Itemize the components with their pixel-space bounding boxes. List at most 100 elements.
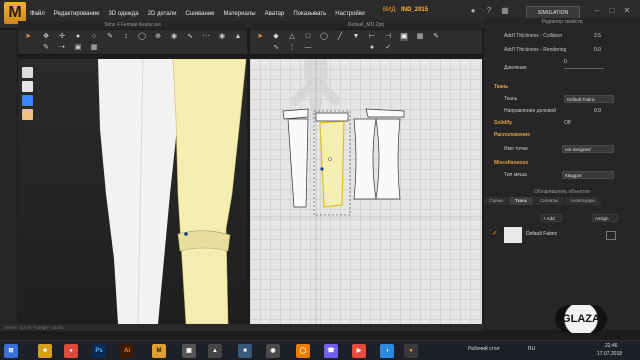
line-tool-icon[interactable]: ➝ [58,44,66,52]
view2d-viewport[interactable] [250,59,482,324]
menu-edit[interactable]: Редактирование [54,11,100,17]
tab-scene[interactable]: Сцена [484,197,508,205]
desktop-label[interactable]: Рабочий стол [468,346,499,352]
fabric-item-label[interactable]: Default Fabric [526,231,557,237]
pattern-piece-3[interactable] [353,118,377,200]
menu-3d-garment[interactable]: 3D одежда [108,11,138,17]
photoshop-icon[interactable]: Ps [92,344,106,358]
pattern-piece-selected[interactable] [319,120,345,208]
section-misc[interactable]: Miscellaneous [484,157,640,169]
segment-sewing-icon[interactable]: ⊢ [368,33,376,41]
menu-avatar[interactable]: Аватар [265,11,285,17]
waistband-2[interactable] [315,112,349,122]
menu-sewing[interactable]: Сшивание [186,11,215,17]
avatar-tool-icon[interactable]: ◉ [218,33,226,41]
illustrator-icon[interactable]: Ai [120,344,134,358]
fold-tool-icon[interactable]: ✢ [58,33,66,41]
ruler-tool-icon[interactable]: ↕ [122,33,130,41]
chrome-icon[interactable]: ● [64,344,78,358]
graphic-icon[interactable]: ▦ [416,33,424,41]
app-icon-7[interactable]: ▲ [208,344,222,358]
fabric-options-icon[interactable] [606,231,616,240]
prop-value[interactable]: 2.5 [594,30,601,42]
start-button-icon[interactable]: ⊞ [4,344,18,358]
waistband-3[interactable] [365,108,405,118]
waistband-1[interactable] [282,108,309,120]
app-icon-14[interactable]: ● [404,344,418,358]
fabric-swatch[interactable] [504,227,522,243]
pin-2d-point[interactable] [320,167,324,171]
clock-date[interactable]: 17.07.2018 [597,351,622,357]
notch-icon[interactable]: ⋮ [288,44,296,52]
edit-point-icon[interactable]: ◆ [272,33,280,41]
circle-tool-icon[interactable]: ◯ [138,33,146,41]
pose-tool-icon[interactable]: ▲ [234,33,242,41]
pattern-piece-1[interactable] [287,118,309,208]
skin-display-icon[interactable] [22,109,33,120]
check-icon[interactable]: ✓ [492,230,500,238]
trace-icon[interactable]: ✎ [432,33,440,41]
viber-icon[interactable]: ☎ [324,344,338,358]
measure-tool-icon[interactable]: ✎ [106,33,114,41]
prop-value[interactable]: 0.0 [594,105,601,117]
section-fabric[interactable]: Ткань [484,81,640,93]
user-icon[interactable]: ● [468,6,478,16]
camera-view-icon[interactable] [22,67,33,78]
dart-icon[interactable]: ▼ [352,33,360,41]
maximize-icon[interactable]: □ [607,6,617,16]
add-fabric-button[interactable]: + Add [540,214,562,222]
polygon-icon[interactable]: △ [288,33,296,41]
move-tool-icon[interactable]: ✥ [42,33,50,41]
fabric-tool-icon[interactable]: ▣ [74,44,82,52]
grid-tool-icon[interactable]: ▦ [90,44,98,52]
brush-tool-icon[interactable]: ✎ [42,44,50,52]
transform-pattern-icon[interactable]: ➤ [256,33,264,41]
zipper-tool-icon[interactable]: ∿ [186,33,194,41]
menu-2d-pattern[interactable]: 2D детали [148,11,177,17]
tab-fabric[interactable]: Ткань [509,197,533,205]
select-tool-icon[interactable]: ➤ [24,33,32,41]
explorer-icon[interactable]: ■ [38,344,52,358]
app-icon-12[interactable]: ▶ [352,344,366,358]
check-sewing-icon[interactable]: ✓ [384,44,392,52]
button-tool-icon[interactable]: ◉ [170,33,178,41]
marvelous-icon[interactable]: M [152,344,166,358]
layout-icon[interactable]: ▦ [500,6,510,16]
clock-time[interactable]: 22:46 [605,343,618,349]
tack-tool-icon[interactable]: ○ [90,33,98,41]
pin-tool-icon[interactable]: ● [74,33,82,41]
curve-point-icon[interactable]: ∿ [272,44,280,52]
assign-fabric-button[interactable]: Assign [592,214,618,222]
section-arrangement[interactable]: Расположение [484,129,640,141]
menu-materials[interactable]: Материалы [223,11,255,17]
tab-signals[interactable]: Сигналы [534,197,564,205]
app-icon-8[interactable]: ■ [238,344,252,358]
pin-2d-icon[interactable]: ● [368,44,376,52]
garment-display-icon[interactable] [22,95,33,106]
baseline-icon[interactable]: ― [304,44,312,52]
close-icon[interactable]: ✕ [622,6,632,16]
minimize-icon[interactable]: – [592,6,602,16]
avatar-display-icon[interactable] [22,81,33,92]
menu-settings[interactable]: Настройки [335,11,364,17]
menu-display[interactable]: Показывать [293,11,326,17]
app-icon-9[interactable]: ◉ [266,344,280,358]
mesh-select[interactable]: Квадрат [562,171,614,179]
help-icon[interactable]: ? [484,6,494,16]
prop-value[interactable]: 0 [564,56,567,68]
app-icon-6[interactable]: ▣ [182,344,196,358]
texture-edit-icon[interactable]: ▣ [400,33,408,41]
solidify-toggle[interactable]: Off [564,117,571,129]
pressure-slider[interactable] [564,68,604,69]
tab-accessories[interactable]: Аксессуары [565,197,601,205]
ellipse-icon[interactable]: ◯ [320,33,328,41]
fabric-select[interactable]: Default Fabric [564,95,614,103]
view3d-viewport[interactable] [18,59,247,324]
app-icon-13[interactable]: ◑ [380,344,394,358]
menu-file[interactable]: Файл [30,11,45,17]
free-sewing-icon[interactable]: ⊣ [384,33,392,41]
language-indicator[interactable]: RU [528,346,535,352]
internal-line-icon[interactable]: ╱ [336,33,344,41]
transform-handle[interactable] [328,157,332,161]
pin-point[interactable] [184,232,188,236]
